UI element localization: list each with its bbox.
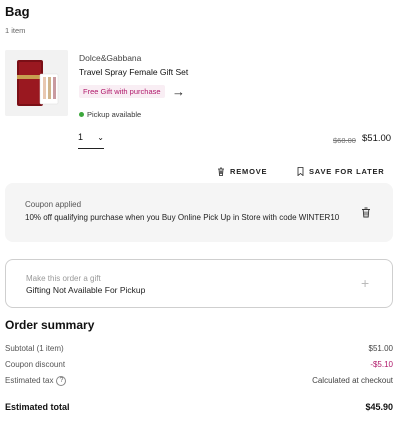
- arrow-right-icon[interactable]: →: [172, 85, 185, 98]
- bag-title: Bag: [5, 4, 30, 19]
- estimated-tax-label: Estimated tax: [5, 376, 54, 386]
- quantity-select[interactable]: 1 ⌄: [78, 132, 104, 149]
- price-original: $68.00: [333, 136, 356, 145]
- chevron-down-icon: ⌄: [97, 133, 104, 142]
- price-current: $51.00: [362, 133, 392, 144]
- estimated-total-row: Estimated total $45.90: [5, 402, 393, 412]
- subtotal-value: $51.00: [368, 344, 393, 353]
- coupon-discount-value: -$5.10: [370, 360, 393, 369]
- estimated-total-label: Estimated total: [5, 402, 70, 412]
- product-brand[interactable]: Dolce&Gabbana: [79, 53, 141, 63]
- estimated-tax-row: Estimated tax? Calculated at checkout: [5, 376, 393, 386]
- gift-option-value: Gifting Not Available For Pickup: [26, 285, 146, 295]
- bookmark-icon: [297, 167, 304, 176]
- coupon-discount-label: Coupon discount: [5, 360, 66, 369]
- trash-icon: [218, 167, 224, 176]
- coupon-description: 10% off qualifying purchase when you Buy…: [25, 213, 340, 222]
- estimated-tax-value: Calculated at checkout: [312, 376, 393, 385]
- trash-icon[interactable]: [361, 207, 371, 218]
- plus-icon[interactable]: +: [361, 276, 369, 290]
- remove-label: REMOVE: [230, 167, 268, 176]
- estimated-total-value: $45.90: [365, 402, 393, 412]
- gift-with-purchase-badge[interactable]: Free Gift with purchase: [79, 85, 165, 98]
- remove-button[interactable]: REMOVE: [217, 167, 267, 176]
- product-image[interactable]: [5, 50, 68, 116]
- coupon-discount-row: Coupon discount -$5.10: [5, 360, 393, 369]
- product-name[interactable]: Travel Spray Female Gift Set: [79, 67, 188, 77]
- save-for-later-button[interactable]: SAVE FOR LATER: [297, 167, 385, 176]
- subtotal-row: Subtotal (1 item) $51.00: [5, 344, 393, 353]
- question-icon[interactable]: ?: [56, 376, 67, 386]
- quantity-value: 1: [78, 132, 84, 142]
- pickup-status: Pickup available: [79, 110, 141, 119]
- save-for-later-label: SAVE FOR LATER: [309, 167, 385, 176]
- subtotal-label: Subtotal (1 item): [5, 344, 64, 353]
- pickup-status-text: Pickup available: [87, 110, 142, 119]
- make-gift-option[interactable]: Make this order a gift Gifting Not Avail…: [5, 259, 393, 308]
- coupon-panel: Coupon applied 10% off qualifying purcha…: [5, 183, 393, 242]
- coupon-label: Coupon applied: [25, 200, 82, 209]
- bag-item-count: 1 item: [5, 26, 26, 35]
- availability-dot-icon: [79, 112, 84, 117]
- order-summary-title: Order summary: [5, 318, 95, 332]
- gift-option-label: Make this order a gift: [26, 274, 101, 283]
